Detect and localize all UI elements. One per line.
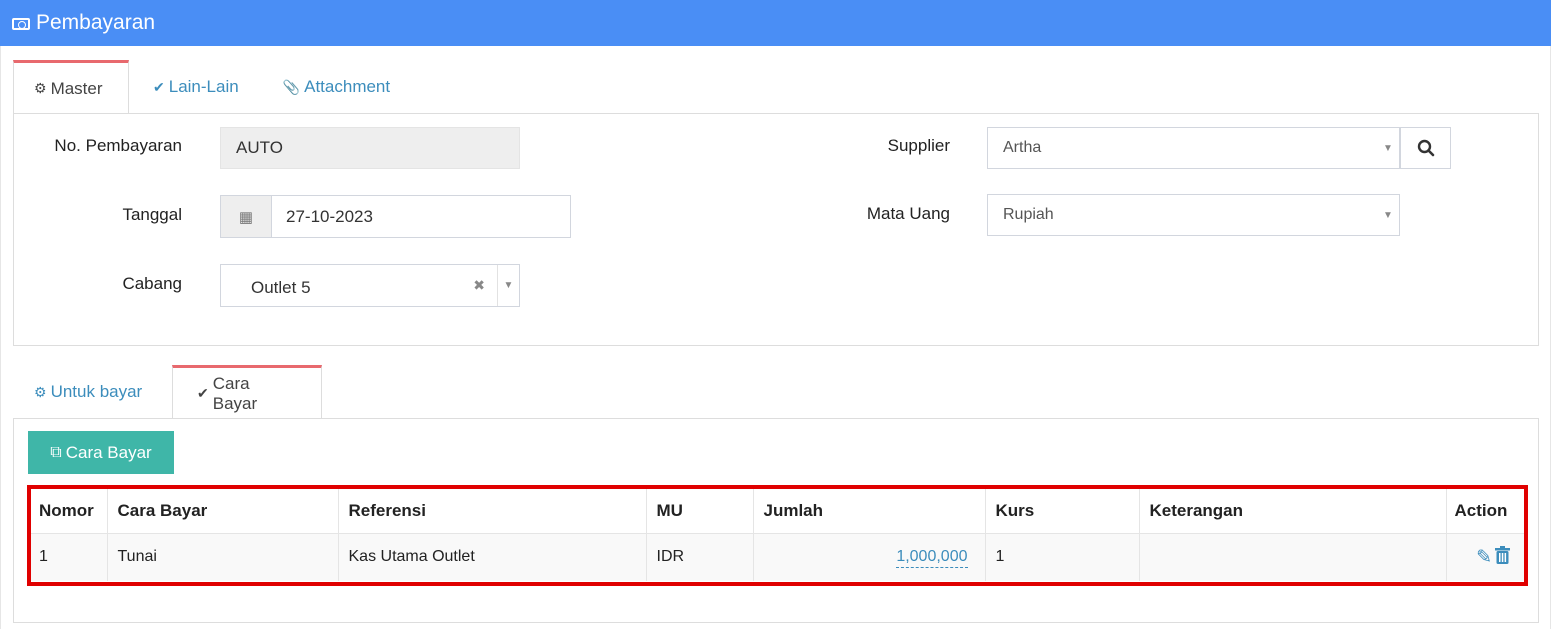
mata-uang-label: Mata Uang	[866, 204, 950, 223]
tanggal-label: Tanggal	[122, 205, 182, 224]
no-pembayaran-field: AUTO	[220, 127, 520, 169]
cabang-label: Cabang	[122, 274, 182, 293]
mata-uang-select[interactable]: Rupiah ▼	[987, 194, 1400, 236]
col-jumlah: Jumlah	[753, 489, 986, 533]
paperclip-icon: 📎	[282, 78, 301, 95]
tab-lain-lain-label: Lain-Lain	[168, 77, 239, 96]
money-icon	[12, 18, 30, 30]
tab-untuk-bayar-label: Untuk bayar	[50, 382, 143, 401]
content-frame: ⚙ Master ✔ Lain-Lain 📎 Attachment No. Pe…	[0, 46, 1551, 629]
supplier-label: Supplier	[887, 136, 950, 155]
chevron-down-icon[interactable]: ▼	[1377, 128, 1399, 168]
tab-lain-lain[interactable]: ✔ Lain-Lain	[129, 60, 263, 114]
cell-action: ✎	[1446, 532, 1524, 581]
tab-cara-bayar-label: Cara Bayar	[212, 373, 258, 413]
clear-icon[interactable]: ✖	[473, 277, 485, 294]
tab-attachment[interactable]: 📎 Attachment	[263, 60, 410, 114]
window-header: Pembayaran	[0, 0, 1551, 46]
jumlah-editable[interactable]: 1,000,000	[896, 548, 968, 569]
mata-uang-value: Rupiah	[1003, 206, 1054, 223]
no-pembayaran-label: No. Pembayaran	[54, 136, 182, 155]
tab-untuk-bayar[interactable]: ⚙ Untuk bayar	[13, 365, 172, 419]
col-keterangan: Keterangan	[1139, 489, 1447, 533]
col-referensi: Referensi	[338, 489, 647, 533]
tab-attachment-label: Attachment	[304, 77, 391, 96]
copy-icon: ⧉	[50, 443, 62, 461]
col-action: Action	[1454, 500, 1508, 520]
supplier-search-button[interactable]	[1400, 127, 1451, 169]
col-cara-bayar: Cara Bayar	[107, 489, 339, 533]
no-pembayaran-value: AUTO	[236, 138, 283, 157]
page-title: Pembayaran	[36, 11, 156, 34]
search-icon	[1417, 139, 1434, 157]
top-tabs: ⚙ Master ✔ Lain-Lain 📎 Attachment	[13, 60, 410, 114]
col-nomor: Nomor	[31, 489, 108, 533]
tab-master[interactable]: ⚙ Master	[13, 60, 129, 114]
table-row: 1 Tunai Kas Utama Outlet IDR 1,000,000 1…	[31, 532, 1524, 581]
cabang-select[interactable]: Outlet 5 ✖ ▼	[220, 264, 520, 307]
calendar-icon[interactable]: ▦	[221, 196, 272, 237]
cell-jumlah: 1,000,000	[753, 532, 986, 581]
cell-referensi: Kas Utama Outlet	[338, 532, 647, 581]
cogs-icon: ⚙	[34, 80, 47, 96]
cell-cara-bayar: Tunai	[107, 532, 339, 581]
tanggal-field[interactable]: ▦ 27-10-2023	[220, 195, 571, 238]
sub-tabs: ⚙ Untuk bayar ✔ Cara Bayar	[13, 365, 322, 419]
tab-cara-bayar[interactable]: ✔ Cara Bayar	[172, 365, 322, 419]
col-kurs: Kurs	[985, 489, 1140, 533]
check-circle-icon: ✔	[153, 78, 165, 95]
chevron-down-icon[interactable]: ▼	[497, 265, 519, 306]
payment-table: Nomor Cara Bayar Referensi MU Jumlah Kur…	[31, 489, 1524, 581]
check-circle-icon: ✔	[197, 385, 209, 401]
add-cara-bayar-button[interactable]: ⧉ Cara Bayar	[28, 431, 174, 474]
cell-kurs: 1	[985, 532, 1140, 581]
edit-icon[interactable]: ✎	[1476, 547, 1492, 568]
cabang-value: Outlet 5	[251, 277, 311, 297]
supplier-select[interactable]: Artha ▼	[987, 127, 1400, 169]
cell-mu: IDR	[646, 532, 754, 581]
add-cara-bayar-label: Cara Bayar	[65, 442, 152, 462]
supplier-value: Artha	[1003, 139, 1042, 156]
table-header-row: Nomor Cara Bayar Referensi MU Jumlah Kur…	[31, 489, 1524, 533]
tab-master-label: Master	[50, 78, 103, 98]
cogs-icon: ⚙	[34, 383, 47, 400]
payment-table-highlight: Nomor Cara Bayar Referensi MU Jumlah Kur…	[27, 485, 1528, 586]
cell-nomor: 1	[31, 532, 108, 581]
col-mu: MU	[646, 489, 754, 533]
trash-icon[interactable]	[1495, 546, 1510, 570]
tanggal-value: 27-10-2023	[286, 206, 373, 226]
chevron-down-icon[interactable]: ▼	[1377, 195, 1399, 235]
cell-keterangan	[1139, 532, 1447, 581]
